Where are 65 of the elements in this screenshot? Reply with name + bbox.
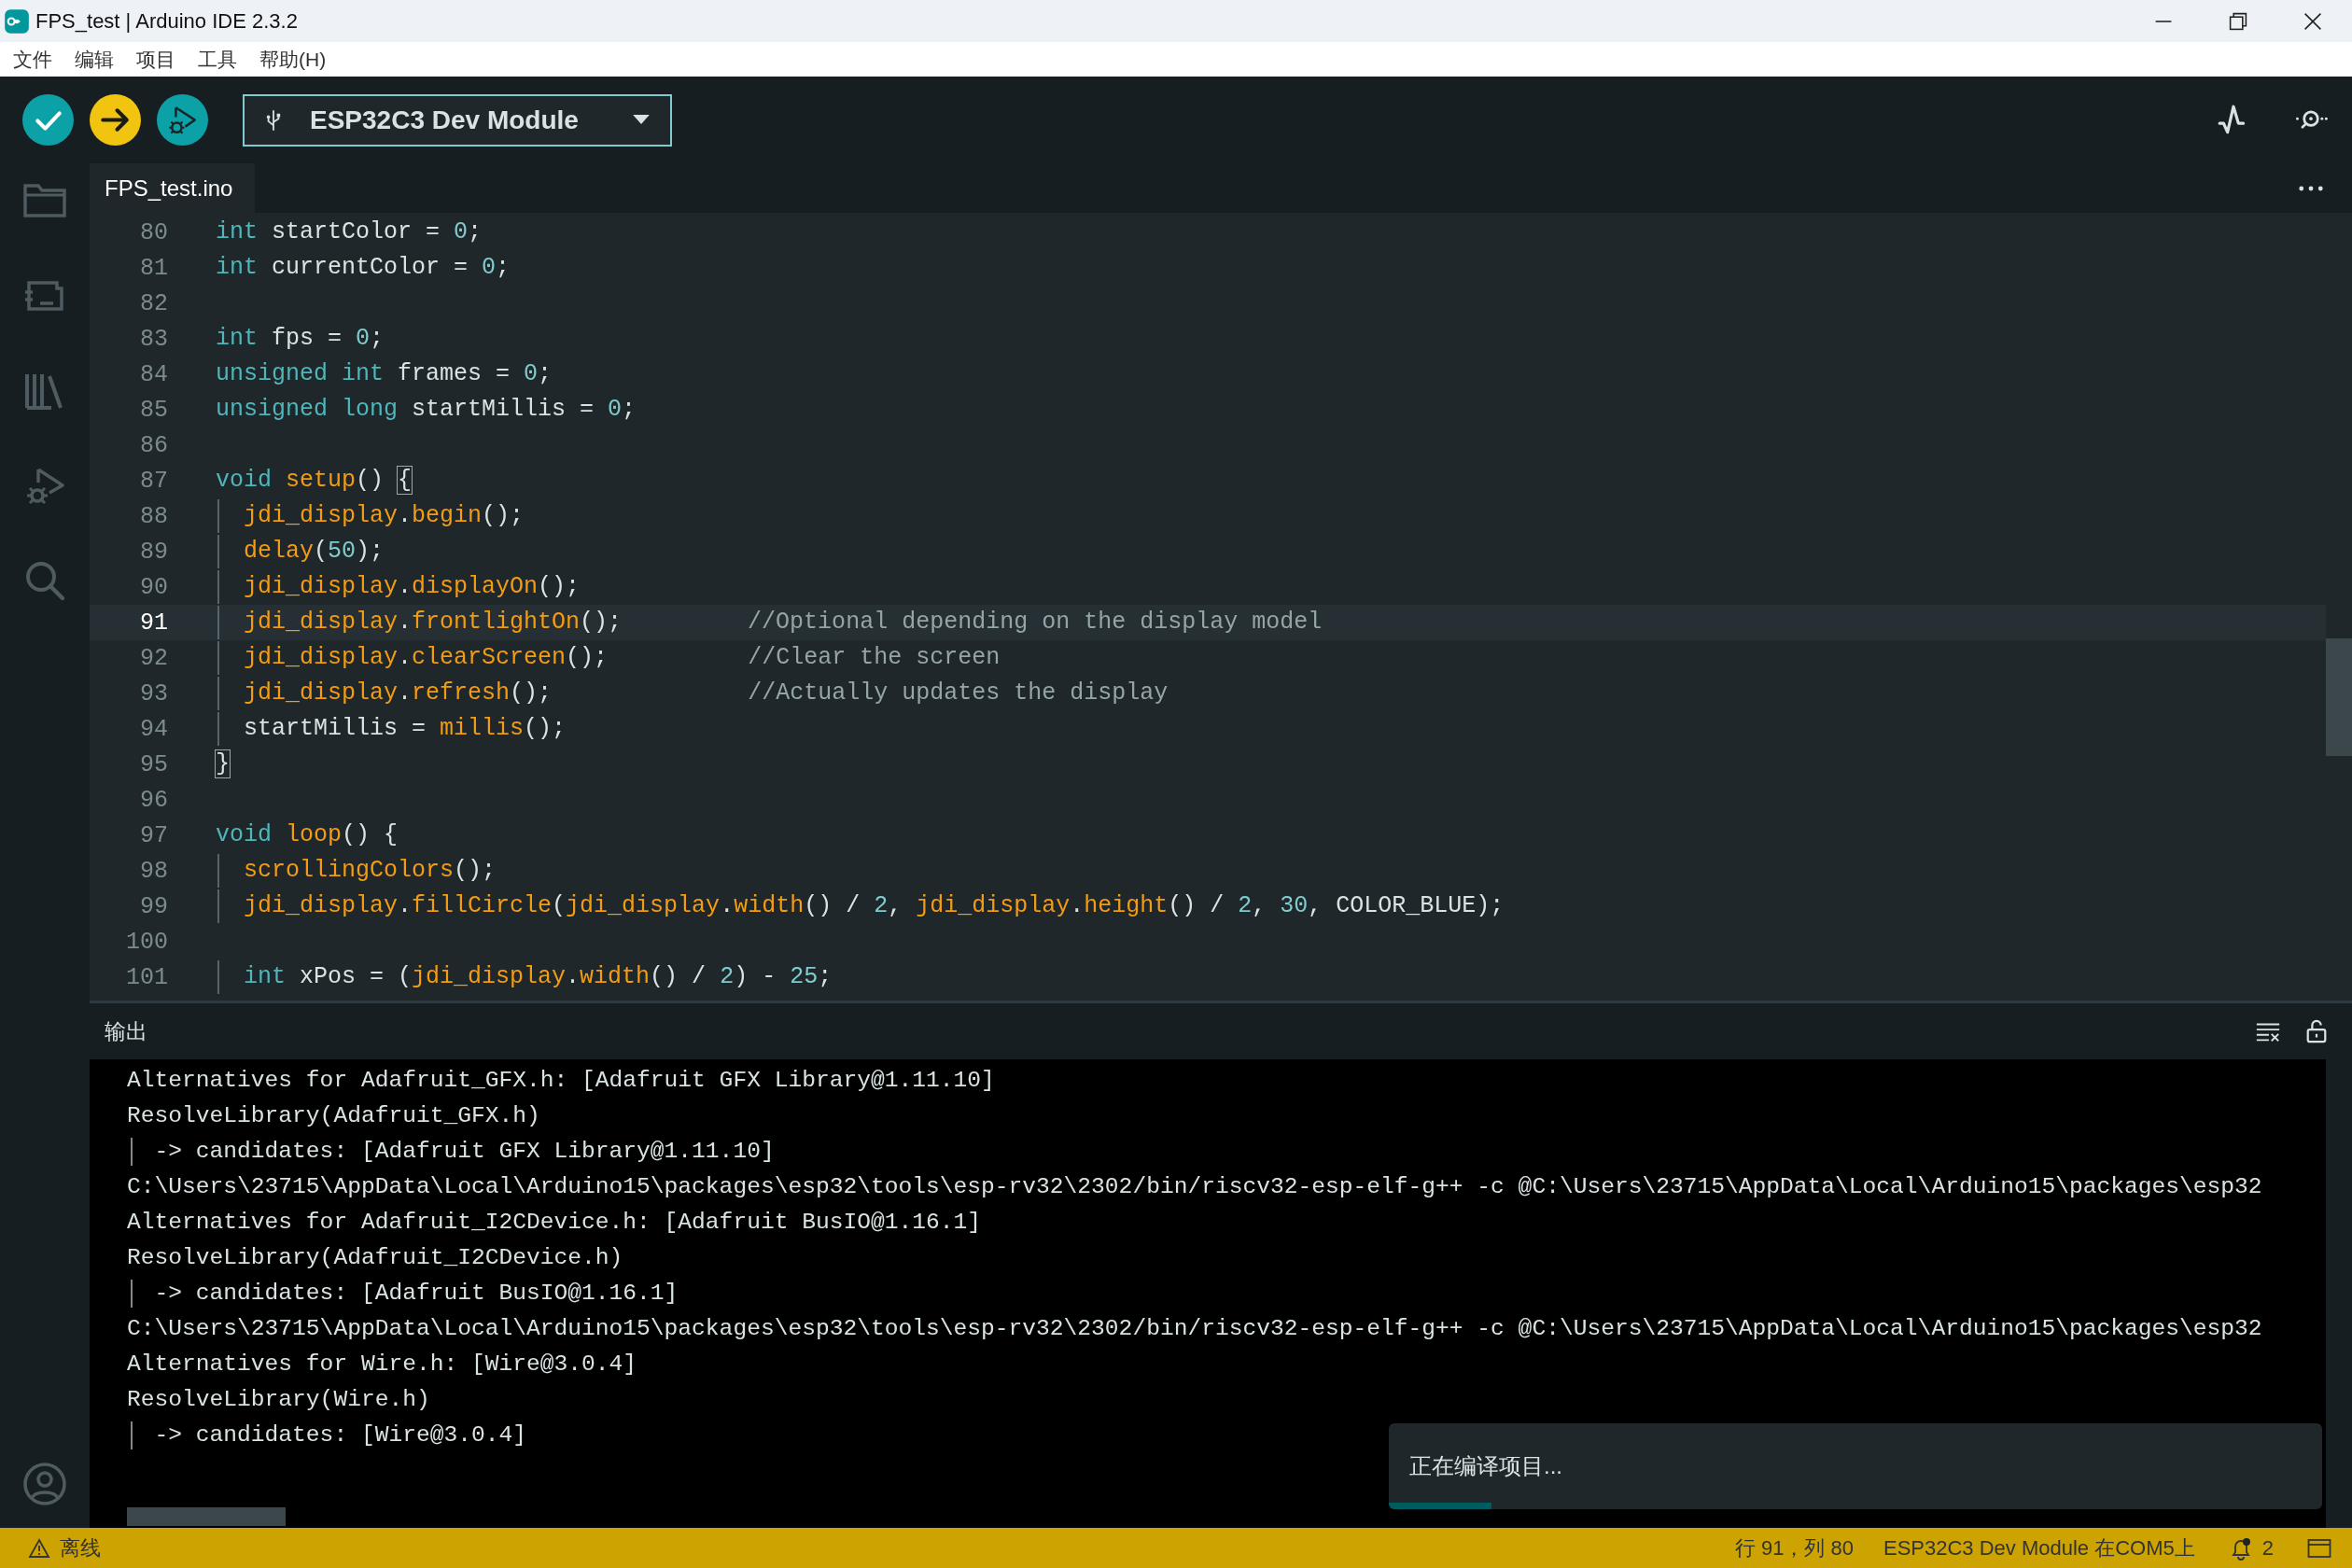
output-line: C:\Users\23715\AppData\Local\Arduino15\packages\esp32\tools\esp-rv32\2302/bin/riscv32-esp-elf-g++ -c @C:\Users\23715\AppData\Local\Arduino15\packages\esp32: [127, 1315, 2263, 1343]
connection-status: 离线: [60, 1534, 101, 1561]
line-number: 92: [139, 644, 168, 672]
upload-button[interactable]: [90, 94, 141, 146]
line-number: 101: [125, 963, 168, 991]
line-number: 89: [139, 538, 168, 566]
cursor-position[interactable]: 行 91，列 80: [1734, 1533, 1854, 1562]
menu-item[interactable]: 工具: [198, 46, 237, 73]
line-number: 95: [139, 750, 168, 778]
scrollbar-thumb[interactable]: [2326, 638, 2352, 756]
menu-item[interactable]: 帮助(H): [259, 46, 327, 73]
scrollbar-track[interactable]: [2326, 1059, 2352, 1528]
line-number: 100: [125, 928, 168, 956]
output-line: Alternatives for Wire.h: [Wire@3.0.4]: [127, 1351, 638, 1379]
line-number: 85: [139, 396, 168, 424]
code-line: unsigned long startMillis = 0;: [216, 395, 637, 425]
debug-button[interactable]: [157, 94, 208, 146]
code-line: int currentColor = 0;: [216, 253, 511, 283]
code-line: unsigned int frames = 0;: [216, 359, 553, 389]
line-number: 97: [139, 821, 168, 849]
caret-icon: [633, 115, 650, 125]
line-number: 81: [139, 254, 168, 282]
line-number: 94: [139, 715, 168, 743]
output-line: Alternatives for Adafruit_I2CDevice.h: [Adafruit BusIO@1.16.1]: [127, 1209, 983, 1237]
line-number: 86: [139, 431, 168, 459]
account-icon[interactable]: [21, 1461, 68, 1507]
warning-icon: [28, 1537, 50, 1559]
output-panel-title: 输出: [105, 1017, 147, 1045]
usb-icon: [265, 107, 282, 133]
menu-item[interactable]: 编辑: [75, 46, 114, 73]
line-number: 84: [139, 360, 168, 388]
code-line: }: [216, 749, 230, 779]
board-port[interactable]: ESP32C3 Dev Module 在COM5上: [1883, 1533, 2195, 1562]
line-number: 98: [139, 857, 168, 885]
window-title: FPS_test | Arduino IDE 2.3.2: [35, 8, 298, 34]
output-line: ResolveLibrary(Wire.h): [127, 1386, 431, 1414]
output-line: ResolveLibrary(Adafruit_I2CDevice.h): [127, 1244, 624, 1272]
output-line: ResolveLibrary(Adafruit_GFX.h): [127, 1102, 541, 1130]
output-line: C:\Users\23715\AppData\Local\Arduino15\packages\esp32\tools\esp-rv32\2302/bin/riscv32-esp-elf-g++ -c @C:\Users\23715\AppData\Local\Arduino15\packages\esp32: [127, 1173, 2263, 1201]
verify-button[interactable]: [22, 94, 74, 146]
toggle-panel-icon[interactable]: [2307, 1537, 2331, 1559]
line-number: 99: [139, 892, 168, 920]
line-number: 93: [139, 679, 168, 707]
code-line: int fps = 0;: [216, 324, 385, 354]
scrollbar-thumb[interactable]: [127, 1507, 286, 1526]
notification-count[interactable]: 2: [2261, 1535, 2274, 1561]
more-icon[interactable]: [2298, 184, 2324, 192]
notification-message: 正在编译项目...: [1409, 1452, 1562, 1480]
line-number: 96: [139, 786, 168, 814]
app-logo-icon: [4, 7, 30, 35]
line-number: 80: [139, 218, 168, 246]
line-number: 87: [139, 467, 168, 495]
code-line: void setup() {: [216, 466, 413, 496]
board-selector[interactable]: ESP32C3 Dev Module: [243, 93, 672, 147]
menu-item[interactable]: 项目: [136, 46, 175, 73]
line-number: 82: [139, 289, 168, 317]
code-line: int startColor = 0;: [216, 217, 483, 247]
output-line: Alternatives for Adafruit_GFX.h: [Adafruit GFX Library@1.11.10]: [127, 1067, 996, 1095]
file-tab[interactable]: FPS_test.ino: [90, 163, 256, 213]
menu-item[interactable]: 文件: [13, 46, 52, 73]
code-line: void loop() {: [216, 820, 399, 850]
line-number: 88: [139, 502, 168, 530]
line-number: 91: [139, 609, 168, 637]
line-number: 90: [139, 573, 168, 601]
line-number: 83: [139, 325, 168, 353]
